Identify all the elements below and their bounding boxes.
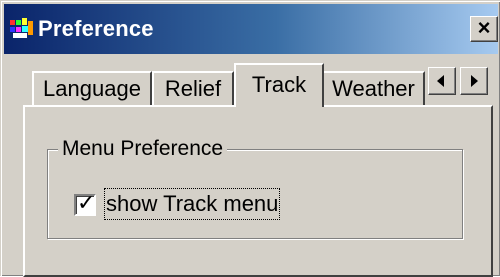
tab-relief[interactable]: Relief — [152, 71, 234, 105]
checkmark-icon: ✓ — [77, 191, 96, 216]
close-button[interactable]: × — [470, 16, 498, 42]
preference-window: Preference × Language Relief Track Weath… — [0, 0, 500, 277]
tab-track-label: Track — [251, 72, 307, 97]
close-icon: × — [477, 15, 491, 40]
track-tab-panel: Menu Preference ✓ show Track menu — [23, 105, 493, 277]
window-title: Preference — [38, 16, 154, 41]
show-track-menu-label[interactable]: show Track menu — [104, 188, 281, 220]
tab-scroll-left-button[interactable] — [428, 67, 456, 95]
tab-scroll-right-button[interactable] — [460, 67, 488, 95]
tab-weather-label: Weather — [332, 76, 415, 101]
app-logo-icon — [10, 18, 33, 38]
tab-language-label: Language — [43, 76, 141, 101]
tab-weather[interactable]: Weather — [322, 71, 425, 105]
tab-language[interactable]: Language — [32, 71, 152, 105]
title-bar[interactable]: Preference × — [4, 4, 498, 54]
arrow-right-icon — [471, 75, 478, 87]
menu-preference-group: Menu Preference ✓ show Track menu — [47, 136, 463, 239]
group-label: Menu Preference — [58, 136, 228, 162]
show-track-menu-checkbox[interactable]: ✓ — [74, 191, 96, 216]
tab-track[interactable]: Track — [234, 63, 324, 107]
arrow-left-icon — [437, 75, 444, 87]
tab-relief-label: Relief — [164, 76, 222, 101]
